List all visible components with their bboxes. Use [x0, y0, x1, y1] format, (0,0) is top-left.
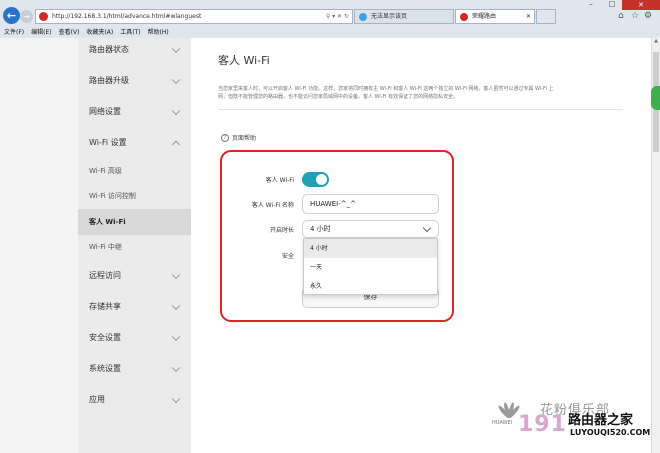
- ie-page-icon: [359, 13, 367, 21]
- watermark: HUAWEI 花粉俱乐部 191 路由器之家 LUYOUQI520.COM: [490, 395, 660, 453]
- page-description: 当您家里来客人时，可以开启客人 Wi-Fi 功能。这样，您家将同时拥有主 Wi-…: [218, 86, 554, 100]
- address-bar[interactable]: http://192.168.3.1/html/advance.html#wla…: [35, 9, 353, 24]
- sidebar-item-label: 客人 Wi-Fi: [89, 217, 126, 226]
- sidebar-item-label: 应用: [89, 395, 105, 404]
- guest-wifi-label: 客人 Wi-Fi: [265, 177, 294, 184]
- duration-option-forever[interactable]: 永久: [304, 277, 437, 296]
- chevron-down-icon: [171, 301, 181, 310]
- sidebar-item[interactable]: 存储共享: [78, 291, 191, 322]
- sidebar-item-label: 安全设置: [89, 333, 121, 342]
- page-title: 客人 Wi-Fi: [218, 54, 270, 67]
- address-url: http://192.168.3.1/html/advance.html#wla…: [52, 13, 202, 20]
- sidebar-item-label: 系统设置: [89, 364, 121, 373]
- huawei-logo-icon: [460, 13, 468, 21]
- sidebar-item-label: 远程访问: [89, 271, 121, 280]
- chevron-down-icon: [171, 332, 181, 341]
- sidebar-item[interactable]: 系统设置: [78, 353, 191, 384]
- tab-honor-router[interactable]: 荣耀路由 ✕: [455, 9, 535, 24]
- sidebar-item[interactable]: 安全设置: [78, 322, 191, 353]
- sidebar-item-label: 路由器状态: [89, 45, 129, 54]
- duration-value: 4 小时: [310, 225, 331, 233]
- sidebar-item-label: Wi-Fi 高级: [89, 166, 122, 175]
- side-float-badge[interactable]: [651, 86, 660, 110]
- sidebar-item[interactable]: Wi-Fi 中继: [78, 235, 191, 261]
- chevron-down-icon: [171, 75, 181, 84]
- address-tools-icon[interactable]: ⚲ ▾ ✕ ↻: [326, 10, 349, 23]
- site-favicon-icon: [39, 12, 48, 21]
- menu-edit[interactable]: 编辑(E): [31, 27, 51, 38]
- menu-view[interactable]: 查看(V): [59, 27, 80, 38]
- new-tab-button[interactable]: [536, 9, 556, 24]
- sidebar-item-label: 网络设置: [89, 107, 121, 116]
- sidebar-item[interactable]: 路由器状态: [78, 34, 191, 65]
- wifi-name-input[interactable]: HUAWEI-^_^: [302, 194, 439, 214]
- close-tab-icon[interactable]: ✕: [526, 10, 531, 23]
- sidebar-item[interactable]: Wi-Fi 访问控制: [78, 184, 191, 210]
- chevron-down-icon: [171, 106, 181, 115]
- security-label: 安全: [281, 253, 294, 260]
- scroll-up-icon[interactable]: ▲: [652, 38, 660, 46]
- tab-label: 无法显示该页: [371, 13, 408, 20]
- chevron-down-icon: [171, 44, 181, 53]
- sidebar-item[interactable]: 客人 Wi-Fi: [78, 209, 191, 235]
- home-icon[interactable]: ⌂: [618, 11, 624, 21]
- guest-wifi-toggle[interactable]: [302, 172, 329, 187]
- sidebar-item[interactable]: 应用: [78, 384, 191, 415]
- chevron-up-icon: [171, 140, 181, 149]
- watermark-brand: 路由器之家: [568, 413, 634, 428]
- window-close-button[interactable]: ✕: [622, 0, 660, 10]
- duration-label: 开启时长: [269, 227, 294, 234]
- sidebar-item-label: 路由器升级: [89, 76, 129, 85]
- chevron-down-icon: [171, 270, 181, 279]
- help-icon: ?: [221, 133, 229, 142]
- arrow-left-icon: ←: [6, 9, 17, 22]
- sidebar-item[interactable]: 远程访问: [78, 260, 191, 291]
- favorites-star-icon[interactable]: ☆: [631, 11, 639, 21]
- sidebar-item[interactable]: 路由器升级: [78, 65, 191, 96]
- sidebar-item-label: Wi-Fi 设置: [89, 138, 127, 147]
- sidebar-item[interactable]: Wi-Fi 高级: [78, 158, 191, 184]
- chevron-down-icon: [171, 363, 181, 372]
- arrow-right-icon: →: [23, 12, 30, 21]
- sidebar-item[interactable]: 网络设置: [78, 96, 191, 127]
- settings-gear-icon[interactable]: ⚙: [644, 11, 652, 21]
- browser-chrome: ← → http://192.168.3.1/html/advance.html…: [0, 0, 660, 38]
- watermark-number: 191: [518, 412, 567, 437]
- sidebar-item-label: Wi-Fi 中继: [89, 243, 122, 252]
- duration-select[interactable]: 4 小时: [302, 220, 439, 238]
- menu-file[interactable]: 文件(F): [4, 27, 24, 38]
- tab-label: 荣耀路由: [472, 13, 497, 20]
- watermark-huawei: HUAWEI: [492, 420, 513, 426]
- sidebar: 路由器状态路由器升级网络设置 Wi-Fi 设置 Wi-Fi 高级 Wi-Fi 访问控制…: [78, 38, 191, 453]
- chevron-down-icon: [171, 394, 181, 403]
- duration-dropdown: 4 小时 一天 永久: [303, 238, 438, 295]
- sidebar-item-label: 存储共享: [89, 302, 121, 311]
- page-help-label: 页面帮助: [232, 135, 257, 142]
- window-minimize-button[interactable]: –: [580, 0, 602, 10]
- wifi-name-label: 客人 Wi-Fi 名称: [251, 202, 294, 209]
- duration-option-4h[interactable]: 4 小时: [304, 239, 437, 258]
- toggle-knob: [316, 174, 327, 185]
- divider: [218, 109, 623, 110]
- forward-button[interactable]: →: [20, 10, 33, 23]
- duration-option-1day[interactable]: 一天: [304, 258, 437, 277]
- watermark-url: LUYOUQI520.COM: [570, 428, 651, 437]
- window-maximize-button[interactable]: □: [602, 0, 622, 10]
- sidebar-item-label: Wi-Fi 访问控制: [89, 192, 136, 201]
- main-panel: 客人 Wi-Fi 当您家里来客人时，可以开启客人 Wi-Fi 功能。这样，您家将…: [191, 38, 651, 453]
- chevron-down-icon: [422, 223, 432, 233]
- sidebar-item[interactable]: Wi-Fi 设置: [78, 127, 191, 158]
- tab-error-page[interactable]: 无法显示该页: [354, 9, 454, 24]
- back-button[interactable]: ←: [3, 7, 20, 24]
- page-help-link[interactable]: ? 页面帮助: [221, 133, 256, 142]
